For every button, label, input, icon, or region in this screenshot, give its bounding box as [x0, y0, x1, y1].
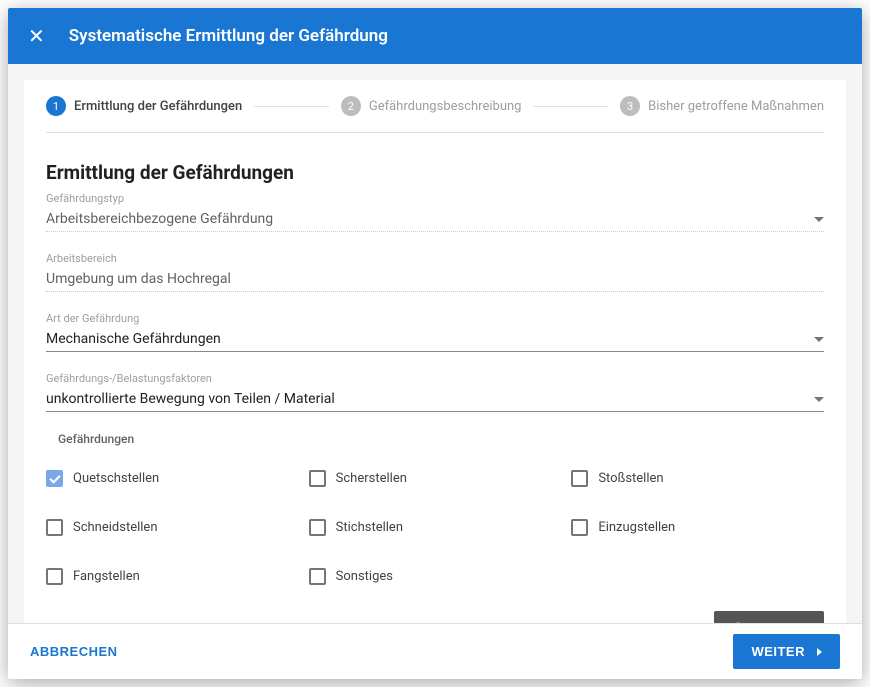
checkbox-label: Quetschstellen — [73, 471, 159, 486]
checkbox-label: Scherstellen — [336, 471, 407, 486]
checkbox-item[interactable]: Scherstellen — [309, 470, 562, 487]
field-text: Arbeitsbereichbezogene Gefährdung — [46, 211, 273, 227]
step-2[interactable]: 2 Gefährdungsbeschreibung — [341, 96, 522, 116]
checkbox-box[interactable] — [46, 568, 63, 585]
checkbox-item[interactable]: Stichstellen — [309, 519, 562, 536]
checkbox-box[interactable] — [571, 470, 588, 487]
chevron-down-icon — [814, 397, 824, 402]
subsection-label: Gefährdungen — [46, 432, 824, 446]
checkbox-box[interactable] — [309, 470, 326, 487]
step-label: Bisher getroffene Maßnahmen — [648, 99, 824, 114]
checkbox-box[interactable] — [46, 519, 63, 536]
wizard-card: 1 Ermittlung der Gefährdungen 2 Gefährdu… — [24, 80, 846, 623]
file-attach-row: Datei hinzufügen UPLOAD — [46, 611, 824, 623]
checkbox-label: Stichstellen — [336, 520, 403, 535]
field-label: Art der Gefährdung — [46, 312, 824, 325]
scroll-area[interactable]: 1 Ermittlung der Gefährdungen 2 Gefährdu… — [8, 64, 862, 623]
next-button[interactable]: WEITER — [733, 634, 840, 669]
step-connector — [254, 106, 329, 107]
checkbox-label: Schneidstellen — [73, 520, 158, 535]
dialog-footer: ABBRECHEN WEITER — [8, 623, 862, 679]
close-icon[interactable]: ✕ — [28, 24, 45, 48]
section-title: Ermittlung der Gefährdungen — [46, 161, 824, 184]
field-text: Mechanische Gefährdungen — [46, 331, 221, 347]
checkbox-item[interactable]: Fangstellen — [46, 568, 299, 585]
checkbox-grid: Quetschstellen Scherstellen Stoßstellen Sch… — [46, 470, 824, 585]
button-label: WEITER — [751, 644, 805, 659]
checkbox-item[interactable]: Quetschstellen — [46, 470, 299, 487]
dialog-header: ✕ Systematische Ermittlung der Gefährdun… — [8, 8, 862, 64]
stepper: 1 Ermittlung der Gefährdungen 2 Gefährdu… — [46, 96, 824, 133]
cancel-button[interactable]: ABBRECHEN — [30, 644, 118, 659]
dropdown-value[interactable]: unkontrollierte Bewegung von Teilen / Ma… — [46, 387, 824, 412]
checkbox-box[interactable] — [571, 519, 588, 536]
field-label: Gefährdungstyp — [46, 192, 824, 205]
field-text: Umgebung um das Hochregal — [46, 271, 231, 287]
step-1[interactable]: 1 Ermittlung der Gefährdungen — [46, 96, 242, 116]
chevron-right-icon — [817, 648, 822, 656]
dropdown-value[interactable]: Mechanische Gefährdungen — [46, 327, 824, 352]
dropdown-value[interactable]: Arbeitsbereichbezogene Gefährdung — [46, 207, 824, 232]
checkbox-item[interactable]: Schneidstellen — [46, 519, 299, 536]
chevron-down-icon — [814, 337, 824, 342]
checkbox-box[interactable] — [309, 568, 326, 585]
field-hazard-kind[interactable]: Art der Gefährdung Mechanische Gefährdun… — [46, 312, 824, 352]
field-label: Gefährdungs-/Belastungsfaktoren — [46, 372, 824, 385]
checkbox-label: Stoßstellen — [598, 471, 663, 486]
field-hazard-type[interactable]: Gefährdungstyp Arbeitsbereichbezogene Ge… — [46, 192, 824, 232]
file-input[interactable]: Datei hinzufügen — [46, 616, 606, 623]
step-3[interactable]: 3 Bisher getroffene Maßnahmen — [620, 96, 824, 116]
upload-button[interactable]: UPLOAD — [714, 611, 824, 623]
text-value[interactable]: Umgebung um das Hochregal — [46, 267, 824, 292]
checkbox-label: Sonstiges — [336, 569, 393, 584]
checkbox-item[interactable]: Einzugstellen — [571, 519, 824, 536]
step-number: 1 — [46, 96, 66, 116]
step-label: Gefährdungsbeschreibung — [369, 99, 522, 114]
checkbox-box[interactable] — [309, 519, 326, 536]
checkbox-item[interactable]: Sonstiges — [309, 568, 562, 585]
hazards-subsection: Gefährdungen Quetschstellen Scherstellen S… — [46, 432, 824, 585]
field-text: unkontrollierte Bewegung von Teilen / Ma… — [46, 391, 335, 407]
step-number: 2 — [341, 96, 361, 116]
step-label: Ermittlung der Gefährdungen — [74, 99, 242, 114]
dialog-title: Systematische Ermittlung der Gefährdung — [69, 26, 388, 46]
checkbox-item[interactable]: Stoßstellen — [571, 470, 824, 487]
step-connector — [533, 106, 608, 107]
checkbox-label: Einzugstellen — [598, 520, 675, 535]
chevron-down-icon — [814, 217, 824, 222]
checkbox-box[interactable] — [46, 470, 63, 487]
field-label: Arbeitsbereich — [46, 252, 824, 265]
step-number: 3 — [620, 96, 640, 116]
checkbox-label: Fangstellen — [73, 569, 140, 584]
field-work-area[interactable]: Arbeitsbereich Umgebung um das Hochregal — [46, 252, 824, 292]
field-factors[interactable]: Gefährdungs-/Belastungsfaktoren unkontro… — [46, 372, 824, 412]
